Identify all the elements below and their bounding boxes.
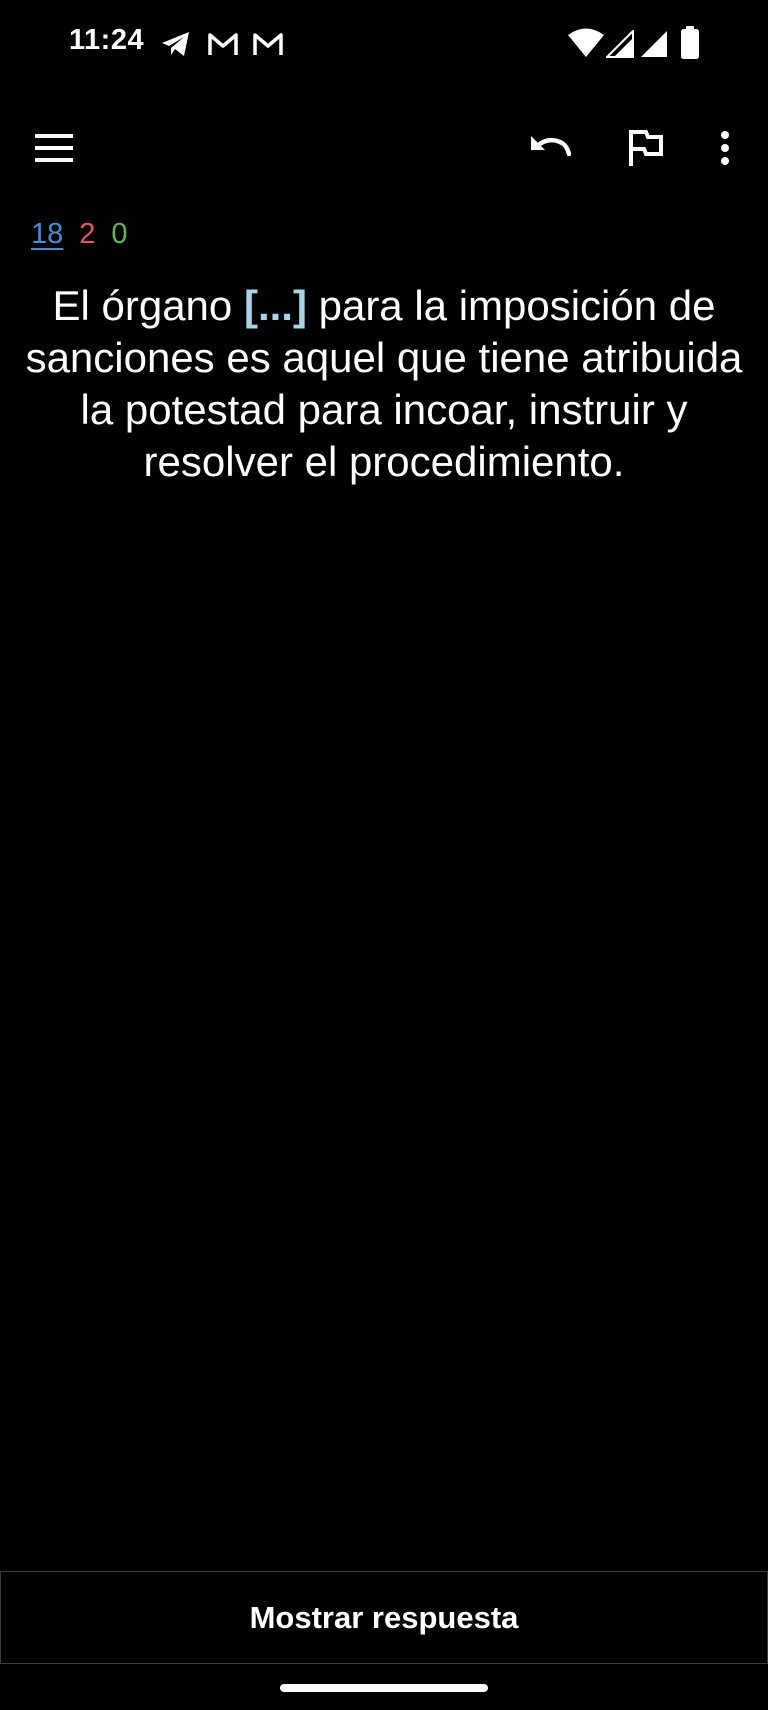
undo-button[interactable] — [520, 118, 580, 178]
question-text-before: El órgano — [52, 282, 244, 329]
gmail-icon — [253, 33, 283, 55]
menu-icon — [35, 134, 73, 162]
signal-icon — [606, 30, 634, 58]
status-time: 11:24 — [69, 24, 145, 56]
card-counts: 18 2 0 — [31, 218, 128, 251]
battery-icon — [681, 26, 699, 59]
home-indicator[interactable] — [280, 1684, 488, 1692]
wifi-icon — [568, 28, 604, 57]
signal-icon — [641, 31, 667, 57]
gmail-icon — [208, 33, 238, 55]
flag-icon — [629, 130, 663, 166]
more-vert-icon — [721, 131, 729, 165]
review-count: 0 — [111, 218, 128, 250]
telegram-icon — [162, 32, 189, 56]
new-count: 18 — [31, 218, 64, 250]
menu-button[interactable] — [24, 118, 84, 178]
flag-button[interactable] — [616, 118, 676, 178]
show-answer-label: Mostrar respuesta — [249, 1599, 519, 1635]
more-options-button[interactable] — [695, 118, 755, 178]
status-bar: 11:24 — [0, 0, 768, 90]
undo-icon — [531, 136, 571, 157]
learning-count: 2 — [79, 218, 96, 250]
cloze-placeholder: [...] — [243, 282, 307, 329]
show-answer-button[interactable]: Mostrar respuesta — [0, 1571, 768, 1664]
card-question: El órgano [...] para la imposición de sa… — [20, 280, 748, 488]
screen: 11:24 18 2 0 El órgano [...] para la imp… — [0, 0, 768, 1710]
